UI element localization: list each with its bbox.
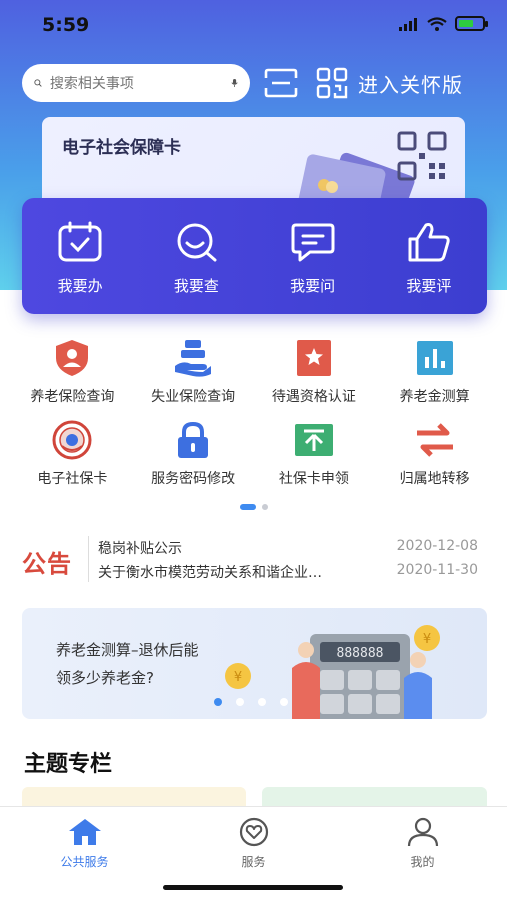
service-label: 服务密码修改: [151, 471, 236, 487]
quick-action-label: 我要问: [290, 276, 336, 295]
hand-coin-icon: [175, 340, 212, 377]
care-mode-button[interactable]: 进入关怀版: [316, 67, 463, 99]
banner-text: 养老金测算–退休后能 领多少养老金?: [56, 636, 246, 692]
lock-icon: [178, 421, 209, 458]
quick-action-ask[interactable]: 我要问: [263, 221, 363, 296]
thumbs-up-icon: [408, 222, 450, 261]
scan-icon[interactable]: [264, 68, 298, 98]
banner-dot-active: [214, 698, 222, 706]
notice-tag: 公告: [22, 550, 72, 578]
notice-board: 公告 稳岗补贴公示 2020-12-08 关于衡水市模范劳动关系和谐企业… 20…: [0, 530, 507, 588]
search-icon: [34, 79, 42, 87]
card-qr-icon[interactable]: [397, 131, 447, 181]
upload-card-icon: [294, 424, 333, 456]
home-icon: [68, 819, 101, 845]
banner-line-1: 养老金测算–退休后能: [56, 641, 199, 659]
service-e-card[interactable]: 电子社保卡: [12, 420, 132, 502]
signal-icon: [399, 17, 417, 31]
tab-mine[interactable]: 我的: [363, 807, 483, 900]
heart-circle-icon: [239, 817, 268, 847]
notice-divider: [88, 536, 89, 582]
service-card-apply[interactable]: 社保卡申领: [254, 420, 374, 502]
service-unemployment-query[interactable]: 失业保险查询: [133, 338, 253, 420]
service-label: 失业保险查询: [151, 389, 236, 405]
microphone-icon[interactable]: [231, 72, 238, 94]
notice-date: 2020-12-08: [396, 538, 478, 554]
service-label: 养老金测算: [399, 389, 470, 405]
search-smile-icon: [177, 223, 217, 261]
status-icons: [399, 16, 488, 31]
section-title: 主题专栏: [24, 752, 113, 777]
service-page-indicator: [0, 504, 507, 510]
pension-calc-banner[interactable]: 养老金测算–退休后能 领多少养老金? ¥ ¥ 888888: [22, 608, 487, 719]
tab-label: 我的: [410, 855, 435, 869]
bar-chart-icon: [416, 341, 453, 375]
service-label: 社保卡申领: [278, 471, 349, 487]
page-dot: [261, 504, 268, 510]
status-time: 5:59: [42, 14, 90, 36]
quick-action-label: 我要查: [173, 276, 219, 295]
quick-action-label: 我要办: [57, 276, 103, 295]
banner-indicator: [214, 698, 288, 706]
service-eligibility-cert[interactable]: 待遇资格认证: [254, 338, 374, 420]
banner-dot: [280, 698, 288, 706]
card-title: 电子社会保障卡: [62, 138, 181, 158]
service-grid: 养老保险查询 失业保险查询 待遇资格认证 养老金测算 电子社保卡 服务密码修改 …: [0, 338, 507, 502]
notice-title: 关于衡水市模范劳动关系和谐企业…: [98, 565, 322, 581]
banner-dot: [236, 698, 244, 706]
star-badge-icon: [296, 340, 331, 376]
battery-icon: [455, 16, 488, 31]
notice-item[interactable]: 稳岗补贴公示 2020-12-08: [98, 538, 478, 558]
home-indicator: [163, 885, 343, 890]
service-password-change[interactable]: 服务密码修改: [133, 420, 253, 502]
wifi-icon: [427, 16, 447, 31]
emblem-icon: [52, 420, 92, 460]
service-label: 归属地转移: [399, 471, 470, 487]
svg-text:¥: ¥: [423, 632, 431, 647]
quick-actions: 我要办 我要查 我要问 我要评: [22, 198, 487, 314]
service-label: 电子社保卡: [37, 471, 108, 487]
qr-code-icon: [316, 67, 348, 99]
shield-user-icon: [56, 340, 89, 376]
notice-date: 2020-11-30: [396, 562, 478, 578]
transfer-arrows-icon: [416, 423, 453, 457]
tab-label: 公共服务: [60, 855, 109, 869]
tab-public-service[interactable]: 公共服务: [25, 807, 145, 900]
calendar-check-icon: [58, 221, 102, 261]
tab-label: 服务: [241, 855, 266, 869]
quick-action-review[interactable]: 我要评: [379, 221, 479, 296]
person-icon: [407, 817, 438, 847]
page-dot-active: [239, 504, 256, 510]
notice-title: 稳岗补贴公示: [98, 541, 182, 557]
service-label: 养老保险查询: [30, 389, 115, 405]
banner-line-2: 领多少养老金?: [56, 669, 154, 687]
service-transfer[interactable]: 归属地转移: [375, 420, 495, 502]
search-bar[interactable]: [22, 64, 250, 102]
calculator-display: 888888: [337, 646, 384, 661]
status-bar: 5:59: [0, 0, 507, 52]
svg-text:¥: ¥: [234, 670, 242, 685]
quick-action-handle[interactable]: 我要办: [30, 221, 130, 296]
service-pension-calc[interactable]: 养老金测算: [375, 338, 495, 420]
care-mode-label: 进入关怀版: [358, 72, 463, 97]
service-label: 待遇资格认证: [271, 389, 356, 405]
quick-action-label: 我要评: [406, 276, 452, 295]
top-actions: 进入关怀版: [264, 64, 463, 102]
chat-bubble-icon: [291, 223, 335, 261]
search-input[interactable]: [49, 75, 231, 91]
service-pension-query[interactable]: 养老保险查询: [12, 338, 132, 420]
notice-item[interactable]: 关于衡水市模范劳动关系和谐企业… 2020-11-30: [98, 562, 478, 582]
quick-action-query[interactable]: 我要查: [146, 221, 246, 296]
banner-dot: [258, 698, 266, 706]
